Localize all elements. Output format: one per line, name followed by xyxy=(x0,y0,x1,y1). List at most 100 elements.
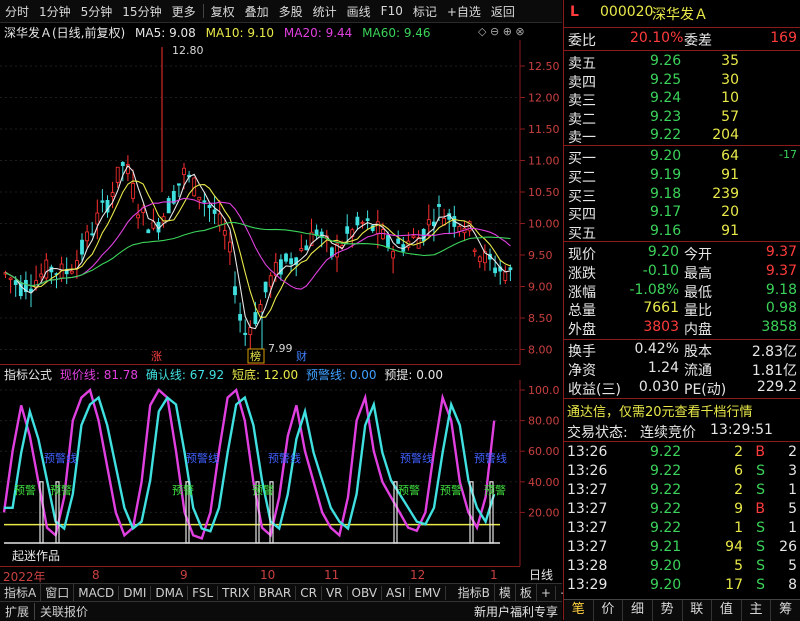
ask-row: 卖三 9.24 10 xyxy=(564,90,800,109)
price-tick-label: 8.00 xyxy=(528,344,553,357)
tab-fsl[interactable]: FSL xyxy=(188,585,219,600)
ask-price: 9.22 xyxy=(650,127,682,143)
quote-panel: L 000020 深华发Ａ 委比 20.10% 委差 169 卖五 9.26 35 卖… xyxy=(563,0,800,621)
warn-line-label-3: 预警线 xyxy=(268,451,301,465)
candle-body xyxy=(268,275,273,287)
tick-price: 9.20 xyxy=(650,558,682,574)
mark-button[interactable]: 标记 xyxy=(408,3,442,20)
stat-value: 9.20 xyxy=(647,244,679,260)
price-chart[interactable]: 12.50 12.00 11.50 11.00 10.50 10.00 9.50 9.00 8.… xyxy=(0,40,562,365)
ask-volume: 35 xyxy=(721,53,739,69)
f10-button[interactable]: F10 xyxy=(376,4,408,18)
weibi-row: 委比 20.10% 委差 169 xyxy=(564,30,800,49)
indicator-chart[interactable]: 100.080.0060.0040.0020.00 预警线 预警 预警 预警线 … xyxy=(0,380,562,566)
diamond-icon[interactable]: ◇ xyxy=(478,25,486,38)
period-tab-1min[interactable]: 1分钟 xyxy=(34,3,76,20)
stat2-label: 净资 xyxy=(568,362,596,379)
promo-row[interactable]: 通达信，仅需20元查看千档行情 xyxy=(564,401,800,420)
tab-indicator-a[interactable]: 指标A xyxy=(0,584,42,601)
tab-dmi[interactable]: DMI xyxy=(119,585,152,600)
quote-tab-0[interactable]: 笔 xyxy=(564,600,594,621)
quote-tab-1[interactable]: 价 xyxy=(594,600,624,621)
tick-volume: 17 xyxy=(725,577,743,593)
candle-body xyxy=(426,219,431,226)
tab-dma[interactable]: DMA xyxy=(151,585,189,600)
tab-vr[interactable]: VR xyxy=(322,585,348,600)
ask-row: 卖四 9.25 30 xyxy=(564,72,800,91)
ask-volume: 57 xyxy=(721,108,739,125)
tick-time: 13:27 xyxy=(567,520,608,536)
draw-line-button[interactable]: 画线 xyxy=(342,3,376,20)
stat-label: 最低 xyxy=(684,284,712,301)
tab-emv[interactable]: EMV xyxy=(410,585,446,600)
tab-template[interactable]: 模 xyxy=(495,584,516,601)
tick-row: 13:29 9.20 17 S 8 xyxy=(564,577,800,596)
promo-link[interactable]: 新用户福利专享 xyxy=(470,603,562,620)
event-marker-list[interactable]: 榜 xyxy=(250,349,261,363)
tab-board[interactable]: 板 xyxy=(516,584,537,601)
adjust-button[interactable]: 复权 xyxy=(206,3,240,20)
tick-row: 13:27 9.21 94 S 26 xyxy=(564,539,800,558)
tab-window[interactable]: 窗口 xyxy=(41,584,75,601)
back-button[interactable]: 返回 xyxy=(486,3,520,20)
ask-price: 9.26 xyxy=(650,53,682,69)
candle-body xyxy=(248,327,253,335)
candle-body xyxy=(136,214,141,219)
tab-obv[interactable]: OBV xyxy=(348,585,383,600)
stock-name: 深华发Ａ xyxy=(652,7,708,23)
stat-value: 7661 xyxy=(643,300,679,317)
price-tick-label: 12.00 xyxy=(528,92,560,105)
tab-macd[interactable]: MACD xyxy=(74,585,120,600)
tab-asi[interactable]: ASI xyxy=(382,585,411,600)
multi-stock-button[interactable]: 多股 xyxy=(274,3,308,20)
tab-indicator-b[interactable]: 指标B xyxy=(454,584,495,601)
tab-trix[interactable]: TRIX xyxy=(218,585,255,600)
ask-label: 卖五 xyxy=(568,56,596,72)
quote-tab-5[interactable]: 值 xyxy=(712,600,742,621)
tick-time: 13:26 xyxy=(567,444,608,460)
quote-tab-3[interactable]: 势 xyxy=(653,600,683,621)
expand-button[interactable]: 扩展 xyxy=(0,603,34,620)
warn-label-7: 预警 xyxy=(484,483,506,497)
candle-body xyxy=(110,192,115,197)
period-tab-5min[interactable]: 5分钟 xyxy=(76,3,118,20)
tick-price: 9.22 xyxy=(650,463,682,479)
indicator-tick-label: 40.00 xyxy=(528,476,560,489)
tick-count: 5 xyxy=(788,501,797,517)
chart-header-icons[interactable]: ◇ ⊖ ⊕ ⊗ xyxy=(478,25,525,38)
weibi-value: 20.10% xyxy=(630,30,684,46)
close-icon[interactable]: ⊗ xyxy=(515,25,524,38)
quote-tab-7[interactable]: 筹 xyxy=(771,600,800,621)
candle-body xyxy=(13,280,18,285)
tab-add[interactable]: + xyxy=(537,585,556,600)
bid-volume: 91 xyxy=(721,223,739,240)
tick-price: 9.22 xyxy=(650,520,682,536)
candle-body xyxy=(182,167,186,175)
quote-tab-6[interactable]: 主 xyxy=(742,600,772,621)
promo-text[interactable]: 通达信，仅需20元查看千档行情 xyxy=(567,401,753,420)
quote-tab-4[interactable]: 联 xyxy=(683,600,713,621)
stat2-label: 股本 xyxy=(684,344,712,360)
related-quotes-button[interactable]: 关联报价 xyxy=(34,603,93,620)
ask-row: 卖一 9.22 204 xyxy=(564,127,800,146)
tab-brar[interactable]: BRAR xyxy=(255,585,297,600)
tab-cr[interactable]: CR xyxy=(296,585,322,600)
period-tab-15min[interactable]: 15分钟 xyxy=(117,3,166,20)
quote-tab-2[interactable]: 细 xyxy=(623,600,653,621)
candle-body xyxy=(386,235,390,248)
tick-time: 13:27 xyxy=(567,482,608,498)
event-marker-finance[interactable]: 财 xyxy=(296,349,307,363)
warn-line-label-5: 预警线 xyxy=(474,451,507,465)
zoom-out-icon[interactable]: ⊖ xyxy=(490,25,499,38)
period-tab-more[interactable]: 更多 xyxy=(167,3,201,20)
bid-volume: 20 xyxy=(721,204,739,221)
period-tab-minute[interactable]: 分时 xyxy=(0,3,34,20)
add-watchlist-button[interactable]: +自选 xyxy=(442,3,486,20)
zoom-in-icon[interactable]: ⊕ xyxy=(503,25,512,38)
event-marker-up[interactable]: 涨 xyxy=(151,350,162,363)
ma20-label: MA20: 9.44 xyxy=(283,26,353,40)
stats-button[interactable]: 统计 xyxy=(308,3,342,20)
period-label[interactable]: 日线 xyxy=(521,566,561,582)
overlay-button[interactable]: 叠加 xyxy=(240,3,274,20)
candle-body xyxy=(197,196,202,201)
